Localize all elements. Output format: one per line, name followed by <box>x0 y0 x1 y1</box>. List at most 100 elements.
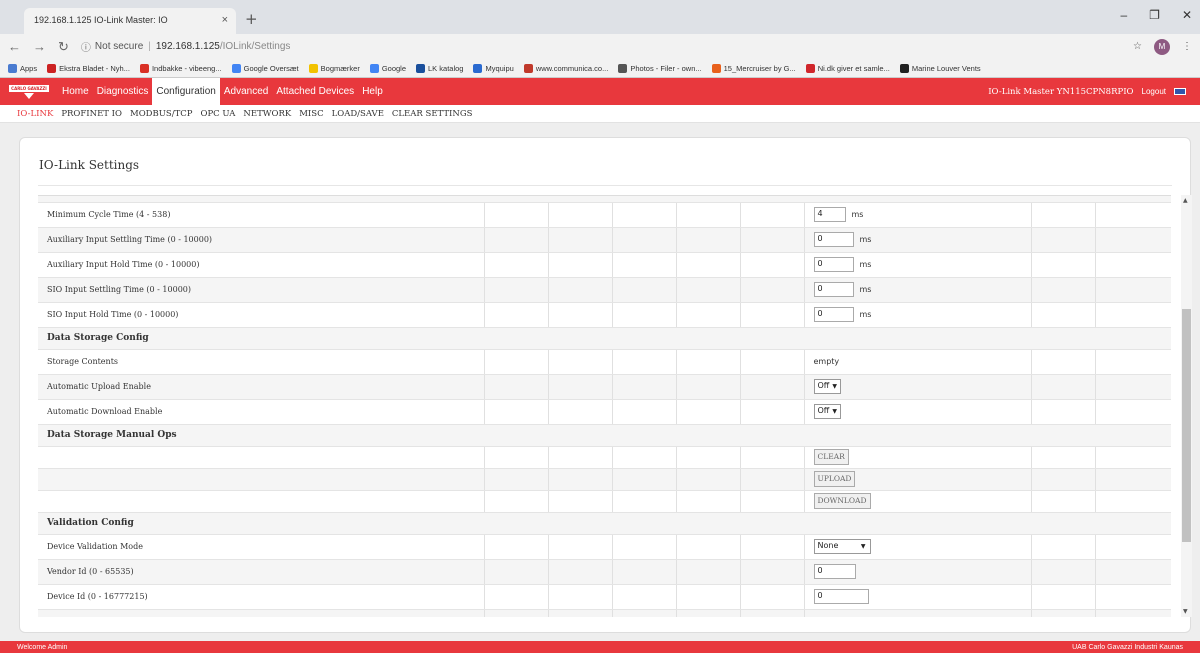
settings-panel: IO-Link Settings Minimum Cycle Time (4 -… <box>19 137 1192 633</box>
unit-label: ms <box>859 309 872 319</box>
subnav-opc-ua[interactable]: OPC UA <box>200 109 235 119</box>
sio-hold-time-input[interactable]: 0 <box>813 307 854 322</box>
subnav-network[interactable]: NETWORK <box>243 109 291 119</box>
nav-home[interactable]: Home <box>58 78 93 105</box>
welcome-text: Welcome Admin <box>17 643 68 651</box>
new-tab-button[interactable]: + <box>245 10 258 28</box>
table-row: Auxiliary Input Settling Time (0 - 10000… <box>38 227 1171 253</box>
bookmark-item[interactable]: Google Oversæt <box>231 63 299 73</box>
bookmark-item[interactable]: Indbakke - vibeeng... <box>139 63 222 73</box>
settings-table: Minimum Cycle Time (4 - 538) 4 ms Auxilia… <box>38 196 1171 617</box>
row-label: Vendor Id (0 - 65535) <box>38 559 485 585</box>
chevron-down-icon: ▼ <box>860 543 866 550</box>
bookmark-label: Ni.dk giver et samle... <box>817 63 890 73</box>
table-row: Automatic Upload Enable Off ▼ <box>38 374 1171 400</box>
bookmarks-bar: Apps Ekstra Bladet - Nyh... Indbakke - vib… <box>0 59 1200 78</box>
nav-attached-devices[interactable]: Attached Devices <box>272 78 358 105</box>
bookmark-item[interactable]: Google <box>369 63 406 73</box>
minimize-icon[interactable]: – <box>1120 8 1127 22</box>
sio-settling-time-input[interactable]: 0 <box>813 282 854 297</box>
subnav-io-link[interactable]: IO-LINK <box>17 109 53 119</box>
bookmark-favicon-icon <box>416 63 426 73</box>
aux-hold-time-input[interactable]: 0 <box>813 257 854 272</box>
bookmark-favicon-icon <box>369 63 379 73</box>
menu-kebab-icon[interactable]: ⋮ <box>1182 41 1192 52</box>
bookmark-star-icon[interactable]: ☆ <box>1133 41 1142 52</box>
scroll-up-icon[interactable]: ▲ <box>1183 197 1188 204</box>
bookmark-item[interactable]: LK katalog <box>416 63 463 73</box>
reload-icon[interactable]: ↻ <box>58 39 69 55</box>
upload-button[interactable]: UPLOAD <box>813 471 856 487</box>
section-title: Validation Config <box>38 512 1171 535</box>
bookmark-item[interactable]: Ni.dk giver et samle... <box>805 63 890 73</box>
scroll-down-icon[interactable]: ▼ <box>1183 608 1188 615</box>
row-label: SIO Input Hold Time (0 - 10000) <box>38 302 485 328</box>
browser-tab[interactable]: 192.168.1.125 IO-Link Master: IO × <box>24 8 236 34</box>
url-warning: Not secure <box>94 41 144 52</box>
bookmark-item[interactable]: Apps <box>8 63 37 73</box>
validation-mode-select[interactable]: None ▼ <box>813 539 871 554</box>
bookmark-item[interactable]: Photos - Filer - own... <box>618 63 702 73</box>
download-button[interactable]: DOWNLOAD <box>813 493 871 509</box>
nav-configuration[interactable]: Configuration <box>152 78 220 105</box>
nav-help[interactable]: Help <box>358 78 387 105</box>
carlo-gavazzi-logo: CARLO GAVAZZI <box>0 78 58 105</box>
nav-diagnostics[interactable]: Diagnostics <box>93 78 153 105</box>
bookmark-item[interactable]: Bogmærker <box>308 63 360 73</box>
info-icon[interactable]: ⓘ <box>81 39 91 54</box>
scrollbar-thumb[interactable] <box>1182 309 1191 542</box>
bookmark-item[interactable]: Myquipu <box>473 63 514 73</box>
bookmark-item[interactable]: 15_Mercruiser by G... <box>711 63 796 73</box>
language-flag-icon[interactable] <box>1174 88 1186 95</box>
clear-button[interactable]: CLEAR <box>813 449 849 465</box>
table-row: Automatic Download Enable Off ▼ <box>38 399 1171 425</box>
device-id-input[interactable]: 0 <box>813 589 869 604</box>
row-label: SIO Input Settling Time (0 - 10000) <box>38 277 485 303</box>
bookmark-item[interactable]: Ekstra Bladet - Nyh... <box>47 63 130 73</box>
storage-contents-value: empty <box>813 357 840 366</box>
logout-link[interactable]: Logout <box>1142 87 1166 96</box>
subnav-clear-settings[interactable]: CLEAR SETTINGS <box>392 109 473 119</box>
bookmark-label: Photos - Filer - own... <box>630 63 702 73</box>
back-icon[interactable]: ← <box>8 39 21 55</box>
avatar[interactable]: M <box>1154 38 1170 55</box>
row-label: Auxiliary Input Hold Time (0 - 10000) <box>38 252 485 278</box>
table-row: Storage Contents empty <box>38 349 1171 375</box>
section-title: Data Storage Config <box>38 327 1171 350</box>
tab-title: 192.168.1.125 IO-Link Master: IO <box>34 15 168 25</box>
bookmark-favicon-icon <box>899 63 909 73</box>
address-bar: ← → ↻ ⓘ Not secure | 192.168.1.125/IOLin… <box>0 34 1200 59</box>
min-cycle-time-input[interactable]: 4 <box>813 207 846 222</box>
bookmark-favicon-icon <box>8 63 17 73</box>
bookmark-item[interactable]: Marine Louver Vents <box>899 63 981 73</box>
url-host: 192.168.1.125 <box>155 41 220 52</box>
scrollbar[interactable]: ▲ ▼ <box>1181 195 1192 617</box>
section-header: Data Storage Manual Ops <box>38 424 1171 447</box>
table-row: Minimum Cycle Time (4 - 538) 4 ms <box>38 202 1171 228</box>
forward-icon[interactable]: → <box>33 39 46 55</box>
settings-grid-viewport: Minimum Cycle Time (4 - 538) 4 ms Auxilia… <box>38 195 1171 617</box>
row-label: Storage Contents <box>38 349 485 375</box>
row-label: Auxiliary Input Settling Time (0 - 10000… <box>38 227 485 253</box>
unit-label: ms <box>851 209 864 219</box>
tab-close-icon[interactable]: × <box>222 14 228 26</box>
vendor-id-input[interactable]: 0 <box>813 564 856 579</box>
chevron-down-icon: ▼ <box>832 408 837 415</box>
url-path: /IOLink/Settings <box>219 41 291 52</box>
restore-icon[interactable]: ❐ <box>1149 8 1160 22</box>
subnav-profinet-io[interactable]: PROFINET IO <box>61 109 122 119</box>
url-input[interactable]: 192.168.1.125/IOLink/Settings <box>156 41 291 52</box>
bookmark-favicon-icon <box>231 63 241 73</box>
browser-tab-bar: 192.168.1.125 IO-Link Master: IO × + – ❐… <box>0 0 1200 34</box>
subnav-load-save[interactable]: LOAD/SAVE <box>332 109 384 119</box>
table-row: Device Validation Mode None ▼ <box>38 534 1171 560</box>
close-window-icon[interactable]: ✕ <box>1182 8 1192 22</box>
auto-download-select[interactable]: Off ▼ <box>813 404 841 419</box>
subnav-modbus-tcp[interactable]: MODBUS/TCP <box>130 109 192 119</box>
row-label: Automatic Download Enable <box>38 399 485 425</box>
auto-upload-select[interactable]: Off ▼ <box>813 379 841 394</box>
aux-settling-time-input[interactable]: 0 <box>813 232 854 247</box>
bookmark-item[interactable]: www.communica.co... <box>523 63 608 73</box>
subnav-misc[interactable]: MISC <box>299 109 323 119</box>
nav-advanced[interactable]: Advanced <box>220 78 272 105</box>
